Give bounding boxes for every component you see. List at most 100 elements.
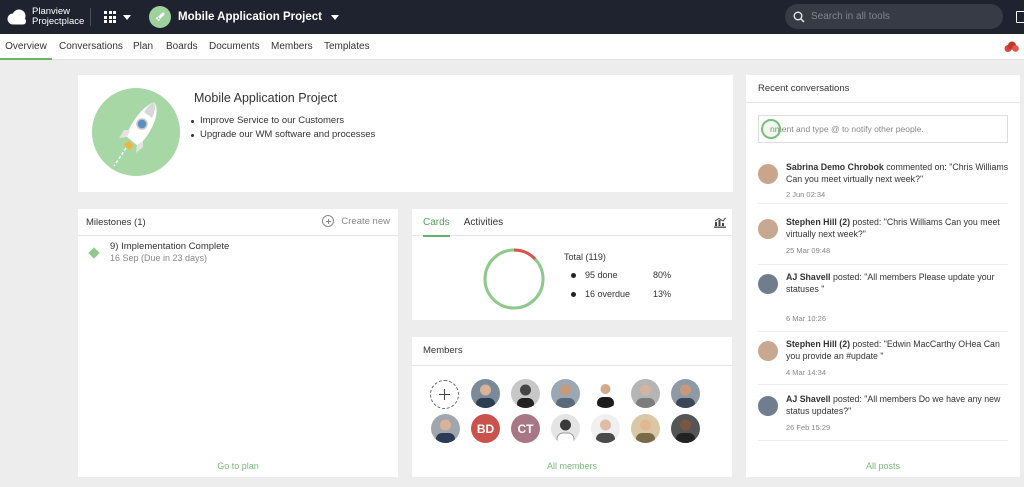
recent-conversations-card: Recent conversations Sabrina Demo Chrobo… xyxy=(746,75,1020,477)
project-illustration xyxy=(92,88,180,176)
conversation-text: AJ Shavell posted: "All members Do we ha… xyxy=(786,394,1010,417)
member-avatar[interactable] xyxy=(671,414,700,443)
conversation-text: Sabrina Demo Chrobok commented on: "Chri… xyxy=(786,162,1010,185)
conversation-author: AJ Shavell xyxy=(786,394,831,404)
goal-item: Upgrade our WM software and processes xyxy=(189,128,375,142)
conversation-time: 6 Mar 10:26 xyxy=(786,314,827,323)
member-avatar[interactable] xyxy=(591,414,620,443)
person-icon xyxy=(596,419,615,443)
conversation-time: 26 Feb 15:29 xyxy=(786,423,831,432)
member-avatar[interactable] xyxy=(551,379,580,408)
goal-item: Improve Service to our Customers xyxy=(189,114,375,128)
all-posts-link[interactable]: All posts xyxy=(746,461,1020,471)
comment-input[interactable] xyxy=(759,116,1007,142)
divider xyxy=(758,331,1008,332)
tab-cards[interactable]: Cards xyxy=(423,209,450,237)
milestone-due: 16 Sep (Due in 23 days) xyxy=(110,253,208,263)
divider xyxy=(758,440,1008,441)
panel-icon[interactable] xyxy=(1016,11,1024,23)
apps-grid-icon xyxy=(104,11,116,23)
cards-total: Total (119) xyxy=(564,252,606,262)
person-icon xyxy=(636,384,655,408)
cards-tabs: Cards Activities xyxy=(423,209,517,237)
member-avatar[interactable] xyxy=(631,379,660,408)
brand-line-2: Projectplace xyxy=(32,16,85,27)
members-title: Members xyxy=(423,345,463,356)
brand-logo[interactable]: Planview Projectplace xyxy=(6,7,84,27)
bullet-icon xyxy=(571,273,576,278)
member-avatar[interactable] xyxy=(671,379,700,408)
person-icon xyxy=(676,419,695,443)
member-avatar[interactable] xyxy=(511,379,540,408)
tab-conversations[interactable]: Conversations xyxy=(59,34,123,60)
person-icon xyxy=(676,384,695,408)
divider xyxy=(758,203,1008,204)
cursor-indicator xyxy=(761,119,781,139)
rocket-icon xyxy=(113,102,157,167)
tab-templates[interactable]: Templates xyxy=(324,34,370,60)
person-icon xyxy=(597,384,614,408)
create-milestone-button[interactable]: Create new xyxy=(322,215,390,227)
project-summary-card: Mobile Application Project Improve Servi… xyxy=(78,75,733,192)
global-search[interactable] xyxy=(785,4,1003,29)
avatar xyxy=(758,341,778,361)
conversation-author: Stephen Hill (2) xyxy=(786,217,851,227)
rocket-icon xyxy=(155,12,165,22)
project-nav: Overview Conversations Plan Boards Docum… xyxy=(0,34,1024,60)
donut-done-arc xyxy=(483,248,545,310)
conversation-author: Stephen Hill (2) xyxy=(786,339,851,349)
comment-box[interactable] xyxy=(758,115,1008,143)
milestone-diamond-icon xyxy=(88,247,100,259)
plus-icon xyxy=(322,215,335,227)
conversation-time: 2 Jun 02:34 xyxy=(786,190,826,199)
milestones-card: Milestones (1) Create new 9) Implementat… xyxy=(78,209,398,477)
done-label: 95 done xyxy=(585,270,618,280)
divider xyxy=(412,365,732,366)
stat-done-row: 95 done 80% xyxy=(571,270,671,280)
milestone-title[interactable]: 9) Implementation Complete xyxy=(110,241,229,252)
stat-overdue-row: 16 overdue 13% xyxy=(571,289,671,299)
member-avatar-bd[interactable]: BD xyxy=(471,414,500,443)
person-icon xyxy=(556,384,575,408)
tab-documents[interactable]: Documents xyxy=(209,34,260,60)
add-member-button[interactable] xyxy=(430,380,459,409)
chevron-down-icon xyxy=(123,14,131,20)
cloud-logo-icon xyxy=(7,9,26,25)
tab-members[interactable]: Members xyxy=(271,34,313,60)
member-avatar[interactable] xyxy=(631,414,660,443)
tab-activities[interactable]: Activities xyxy=(464,209,503,237)
person-icon xyxy=(636,419,655,443)
tab-overview[interactable]: Overview xyxy=(0,34,52,60)
tab-plan[interactable]: Plan xyxy=(133,34,153,60)
go-to-plan-link[interactable]: Go to plan xyxy=(78,461,398,471)
search-input[interactable] xyxy=(811,11,991,22)
avatar xyxy=(758,164,778,184)
conversation-author: Sabrina Demo Chrobok xyxy=(786,162,884,172)
person-icon xyxy=(556,419,575,443)
member-avatar[interactable] xyxy=(591,379,620,408)
conversation-text: Stephen Hill (2) posted: "Edwin MacCarth… xyxy=(786,339,1010,362)
planview-cloud-icon[interactable] xyxy=(1004,41,1019,53)
member-avatar-ct[interactable]: CT xyxy=(511,414,540,443)
tab-boards[interactable]: Boards xyxy=(166,34,198,60)
top-bar: Planview Projectplace Mobile Application… xyxy=(0,0,1024,34)
avatar xyxy=(758,219,778,239)
cards-stats-card: Cards Activities Total (119) 95 done 80%… xyxy=(412,209,732,320)
member-avatar[interactable] xyxy=(551,414,580,443)
chart-icon[interactable] xyxy=(714,217,726,228)
member-avatar[interactable] xyxy=(431,414,460,443)
conversation-text: Stephen Hill (2) posted: "Chris Williams… xyxy=(786,217,1010,240)
divider xyxy=(746,102,1020,103)
project-switcher[interactable]: Mobile Application Project xyxy=(149,6,339,28)
search-icon xyxy=(793,11,805,23)
all-members-link[interactable]: All members xyxy=(412,461,732,471)
apps-menu-button[interactable] xyxy=(104,10,134,24)
member-initials: BD xyxy=(476,421,495,436)
overdue-pct: 13% xyxy=(652,289,671,299)
conversation-author: AJ Shavell xyxy=(786,272,831,282)
project-goals: Improve Service to our Customers Upgrade… xyxy=(189,114,375,142)
members-card: Members BD CT All members xyxy=(412,337,732,477)
done-pct: 80% xyxy=(652,270,671,280)
member-avatar[interactable] xyxy=(471,379,500,408)
project-title: Mobile Application Project xyxy=(194,91,338,105)
